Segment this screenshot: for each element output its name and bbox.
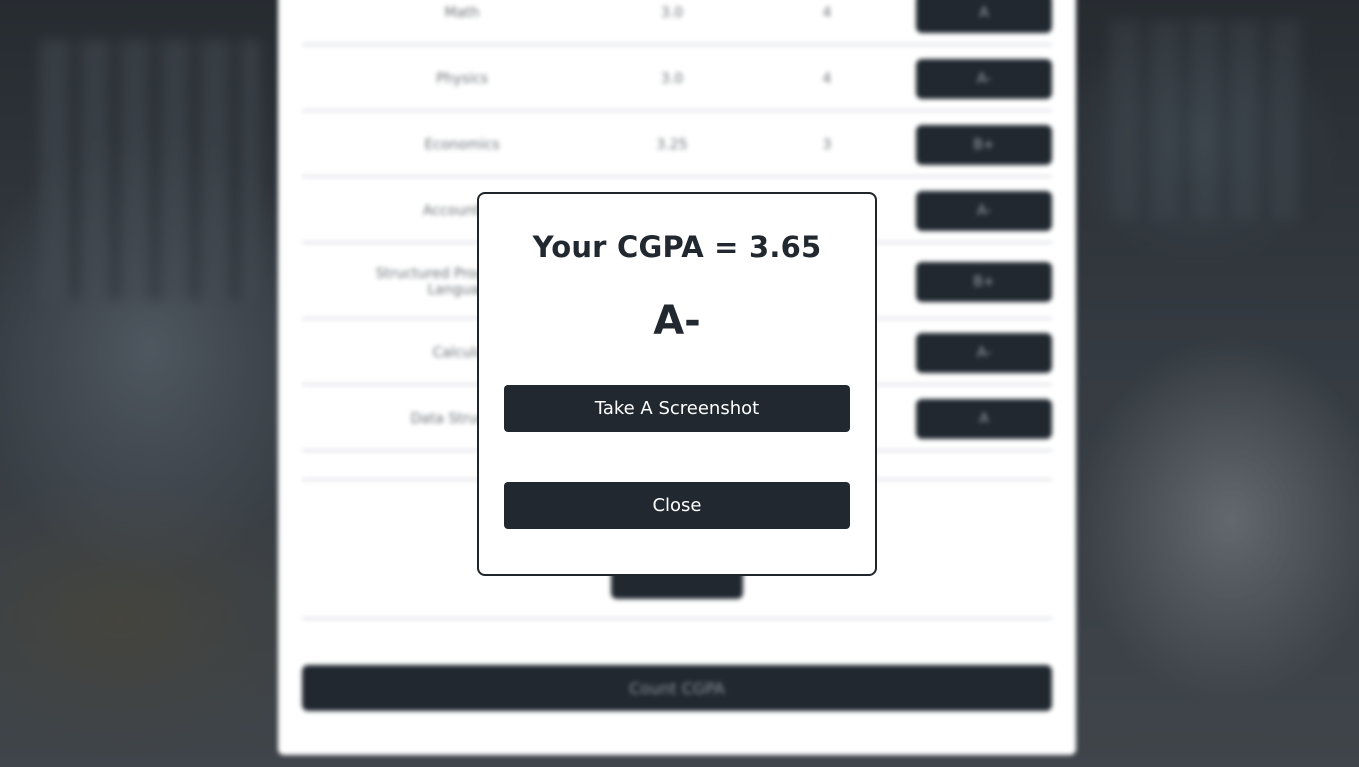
grade-select-button[interactable]: A xyxy=(916,0,1052,33)
grade-select-button[interactable]: B+ xyxy=(916,261,1052,302)
grade-select-button[interactable]: B+ xyxy=(916,124,1052,165)
course-name: Math xyxy=(444,4,480,21)
grade-select-button[interactable]: A- xyxy=(916,190,1052,231)
cgpa-result-title: Your CGPA = 3.65 xyxy=(532,230,822,264)
table-row: Economics 3.25 3 B+ xyxy=(302,114,1052,178)
close-button[interactable]: Close xyxy=(504,482,850,529)
credit-value: 3.25 xyxy=(656,136,688,153)
credit-value: 3.0 xyxy=(660,70,684,87)
course-name: Physics xyxy=(436,70,488,87)
point-value: 3 xyxy=(822,136,832,153)
table-row: Math 3.0 4 A xyxy=(302,0,1052,46)
letter-grade: A- xyxy=(653,298,701,344)
count-cgpa-button[interactable]: Count CGPA xyxy=(302,665,1052,711)
divider xyxy=(302,617,1052,620)
table-row: Physics 3.0 4 A- xyxy=(302,48,1052,112)
grade-select-button[interactable]: A xyxy=(916,398,1052,439)
grade-select-button[interactable]: A- xyxy=(916,58,1052,99)
course-name: Economics xyxy=(424,136,500,153)
result-modal: Your CGPA = 3.65 A- Take A Screenshot Cl… xyxy=(477,192,877,576)
point-value: 4 xyxy=(822,70,832,87)
point-value: 4 xyxy=(822,4,832,21)
take-screenshot-button[interactable]: Take A Screenshot xyxy=(504,385,850,432)
grade-select-button[interactable]: A- xyxy=(916,332,1052,373)
credit-value: 3.0 xyxy=(660,4,684,21)
